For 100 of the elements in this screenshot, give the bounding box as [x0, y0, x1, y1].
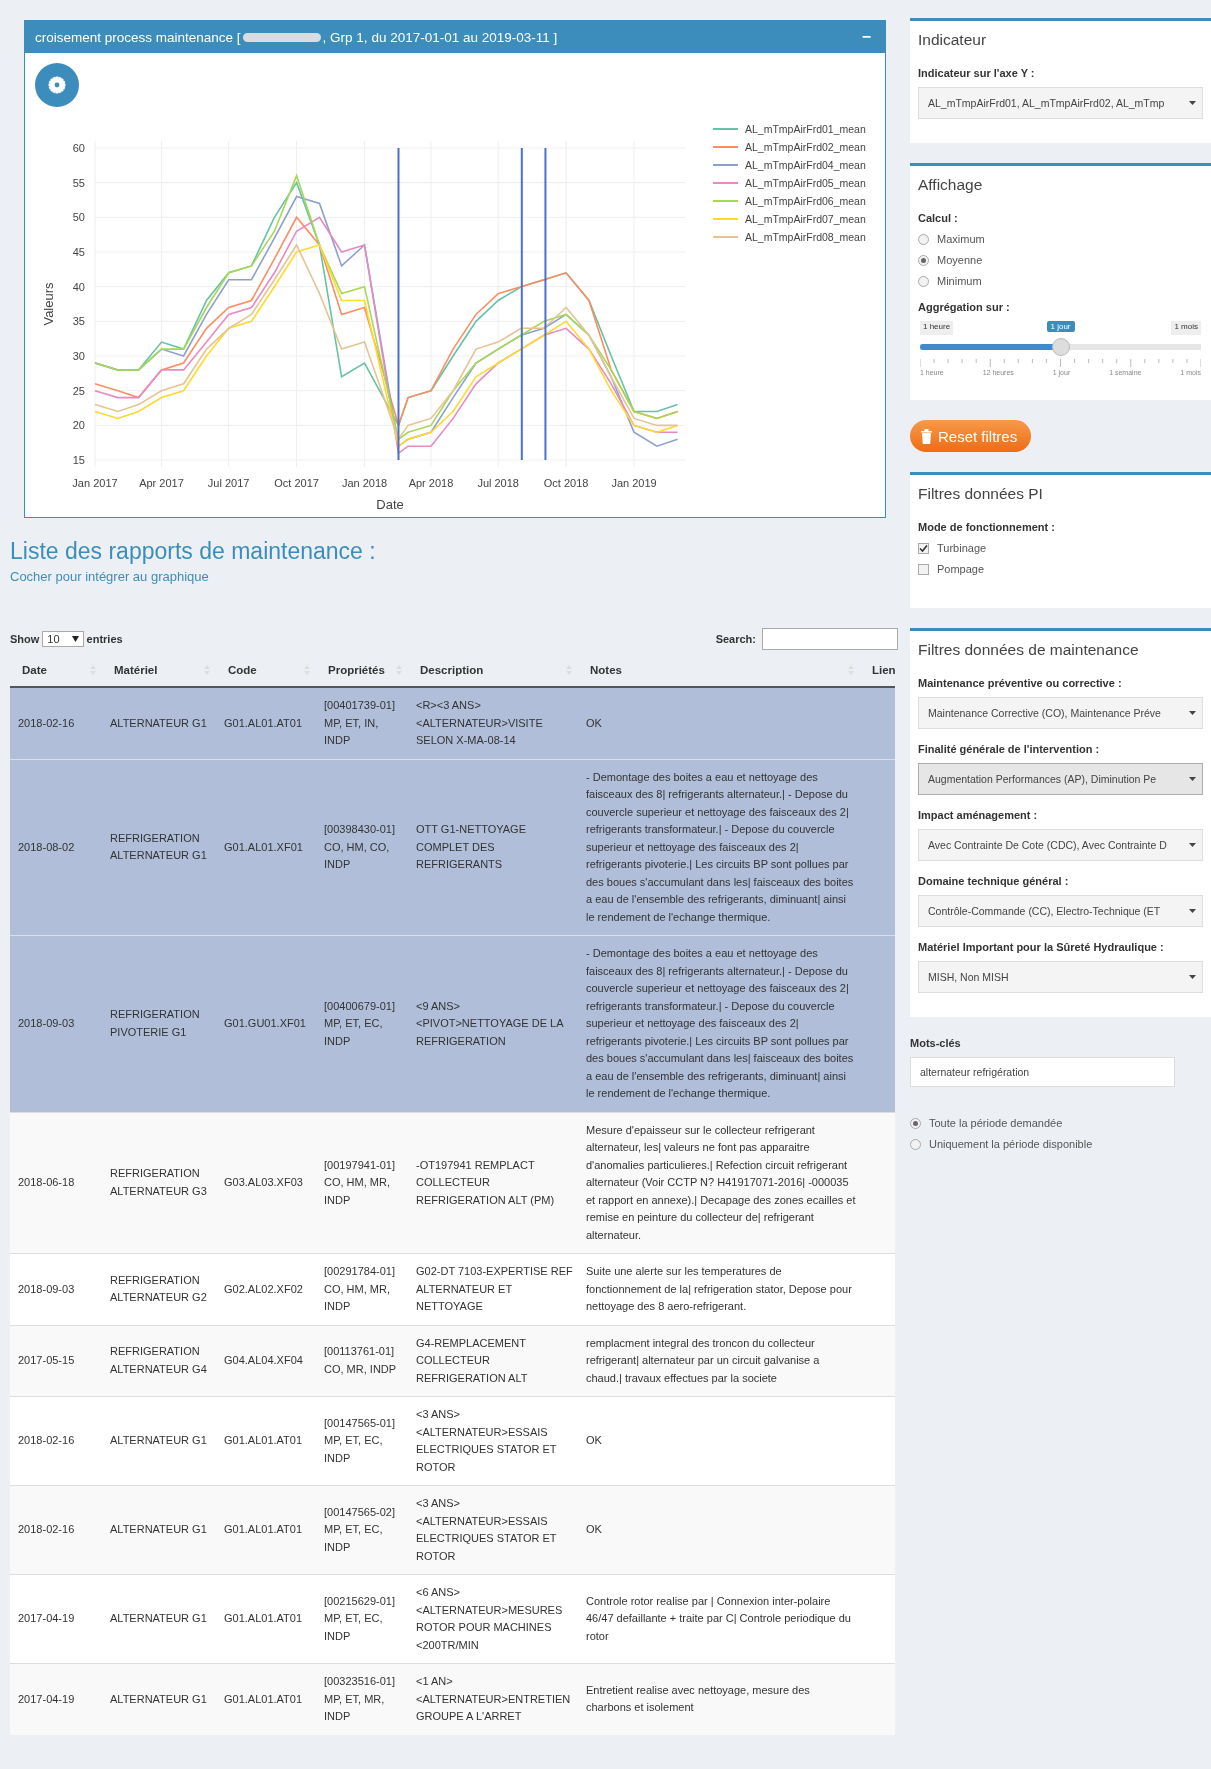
panel-title: croisement process maintenance [	[35, 29, 241, 45]
table-row[interactable]: 2017-04-19 ALTERNATEUR G1 G01.AL01.AT01 [00323516-01] MP, ET, MR, INDP <1 AN> <ALTERNATEUR>ENTRETIEN GROUPE A L'ARRET Entretient realise avec nettoyage, mesure des charbons et isolement	[10, 1663, 895, 1735]
table-cell: Entretient realise avec nettoyage, mesure des charbons et isolement	[578, 1663, 860, 1735]
legend-label: AL_mTmpAirFrd02_mean	[745, 141, 866, 153]
dropdown[interactable]: Avec Contrainte De Cote (CDC), Avec Contrainte D	[918, 829, 1203, 861]
panel-title: Affichage	[918, 176, 984, 194]
table-row[interactable]	[10, 759, 895, 936]
table-row[interactable]: 2018-02-16 ALTERNATEUR G1 G01.AL01.AT01 [00147565-01] MP, ET, EC, INDP <3 ANS> <ALTERNATEUR>ESSAIS ELECTRIQUES STATOR ET ROTOR OK	[10, 1396, 895, 1486]
axis-tick-label: Apr 2017	[139, 477, 184, 489]
axis-tick-label: 55	[72, 176, 85, 189]
panel-title: Filtres données de maintenance	[918, 641, 1140, 659]
option-label: Moyenne	[937, 254, 983, 266]
axis-tick-label: Jul 2018	[477, 477, 519, 489]
axis-tick-label: 15	[72, 454, 85, 467]
caret-icon	[1189, 711, 1196, 715]
table-cell: G4-REMPLACEMENT COLLECTEUR REFRIGERATION ALT	[408, 1325, 578, 1397]
table-cell: 2017-04-19	[10, 1663, 102, 1735]
sort-icon	[848, 665, 854, 675]
caret-icon	[71, 636, 79, 642]
checkbox[interactable]	[918, 542, 929, 554]
table-cell: remplacment integral des troncon du collecteur refrigerant| alternateur par un circuit galvanise a chaud.| travaux effectues par la societe	[578, 1325, 860, 1397]
dropdown[interactable]: AL_mTmpAirFrd01, AL_mTmpAirFrd02, AL_mTmp	[918, 87, 1203, 119]
option-label: Uniquement la période disponible	[929, 1138, 1093, 1150]
radio-button[interactable]	[918, 233, 929, 245]
table-cell: 2018-02-16	[10, 1485, 102, 1575]
table-cell: G02.AL02.XF02	[216, 1253, 316, 1325]
axis-tick-label: 35	[72, 315, 85, 328]
settings-button[interactable]	[35, 63, 79, 107]
axis-title: Date	[376, 497, 404, 511]
option-label: Minimum	[937, 275, 982, 287]
dropdown[interactable]: MISH, Non MISH	[918, 961, 1203, 993]
table-cell: REFRIGERATION ALTERNATEUR G1	[102, 759, 216, 936]
radio-button[interactable]	[918, 275, 929, 287]
option-label: Pompage	[937, 563, 985, 575]
table-cell: <R><3 ANS> <ALTERNATEUR>VISITE SELON X-MA-08-14	[408, 687, 578, 759]
search-label: Search:	[715, 633, 756, 645]
table-row[interactable]: 2018-02-16 ALTERNATEUR G1 G01.AL01.AT01 [00401739-01] MP, ET, IN, INDP <R><3 ANS> <ALTERNATEUR>VISITE SELON X-MA-08-14 OK	[10, 687, 895, 759]
legend-label: AL_mTmpAirFrd01_mean	[745, 123, 866, 135]
field-label: Mode de fonctionnement :	[918, 521, 1056, 533]
legend-label: AL_mTmpAirFrd06_mean	[745, 195, 866, 207]
axis-title: Valeurs	[41, 282, 56, 326]
table-cell: 2018-08-02	[10, 759, 102, 936]
table-cell: [00113761-01] CO, MR, INDP	[316, 1325, 408, 1397]
axis-tick-label: 60	[72, 141, 85, 154]
sort-icon	[204, 665, 210, 675]
table-cell: G01.AL01.AT01	[216, 1485, 316, 1575]
dropdown[interactable]: Contrôle-Commande (CC), Electro-Technique (ET	[918, 895, 1203, 927]
dropdown[interactable]: Augmentation Performances (AP), Diminution Pe	[918, 763, 1203, 795]
section-title: Liste des rapports de maintenance :	[10, 538, 377, 565]
field-label: Maintenance préventive ou corrective :	[918, 677, 1123, 689]
slider-handle[interactable]	[1051, 338, 1070, 356]
caret-icon	[1189, 975, 1196, 979]
table-cell: [00398430-01] CO, HM, CO, INDP	[316, 759, 408, 936]
length-select[interactable]: 10	[42, 631, 84, 647]
radio-button[interactable]	[918, 254, 929, 266]
table-row[interactable]	[10, 935, 895, 1112]
table-cell: G03.AL03.XF03	[216, 1112, 316, 1254]
table-cell: [00323516-01] MP, ET, MR, INDP	[316, 1663, 408, 1735]
table-cell: <9 ANS> <PIVOT>NETTOYAGE DE LA REFRIGERATION	[408, 935, 578, 1112]
option-label: Turbinage	[937, 542, 987, 554]
table-cell: [00147565-02] MP, ET, EC, INDP	[316, 1485, 408, 1575]
radio-button[interactable]	[910, 1117, 921, 1129]
radio-button[interactable]	[910, 1138, 921, 1150]
legend-label: AL_mTmpAirFrd04_mean	[745, 159, 866, 171]
table-cell: Mesure d'epaisseur sur le collecteur refrigerant alternateur, les| valeurs ne font pas apparaitre d'anomalies particulieres.| Refection circuit refrigerant alternateur (Voir CCTP N? H41917071-2016| -000035 et rapport en annexe).| Decapage des zones ecailles et remise en peinture du collecteur de| refrigerant alternateur.	[578, 1112, 860, 1254]
table-cell: REFRIGERATION ALTERNATEUR G2	[102, 1253, 216, 1325]
table-cell: ALTERNATEUR G1	[102, 1663, 216, 1735]
table-cell: [00401739-01] MP, ET, IN, INDP	[316, 687, 408, 759]
table-row[interactable]	[10, 1325, 895, 1397]
table-cell: -OT197941 REMPLACT COLLECTEUR REFRIGERATION ALT (PM)	[408, 1112, 578, 1254]
dropdown[interactable]: Maintenance Corrective (CO), Maintenance Préve	[918, 697, 1203, 729]
axis-tick-label: 30	[72, 350, 85, 362]
table-cell: 2018-02-16	[10, 687, 102, 759]
field-label: Mots-clés	[910, 1037, 962, 1049]
table-cell: <3 ANS> <ALTERNATEUR>ESSAIS ELECTRIQUES STATOR ET ROTOR	[408, 1485, 578, 1575]
axis-tick-label: Jan 2019	[611, 477, 657, 489]
table-cell: <3 ANS> <ALTERNATEUR>ESSAIS ELECTRIQUES STATOR ET ROTOR	[408, 1396, 578, 1486]
table-cell: [00197941-01] CO, HM, MR, INDP	[316, 1112, 408, 1254]
table-cell: 2017-04-19	[10, 1574, 102, 1664]
axis-tick-label: Apr 2018	[408, 477, 454, 489]
table-cell: ALTERNATEUR G1	[102, 1485, 216, 1575]
table-row[interactable]	[10, 1253, 895, 1325]
checkbox[interactable]	[918, 563, 929, 575]
keyword-field[interactable]: alternateur refrigération	[910, 1057, 1175, 1087]
table-cell: 2018-02-16	[10, 1396, 102, 1486]
table-cell: REFRIGERATION ALTERNATEUR G4	[102, 1325, 216, 1397]
table-cell: Suite une alerte sur les temperatures de fonctionnement de la| refrigeration stator, Depose pour nettoyage des 8 aero-refrigerant.	[578, 1253, 860, 1325]
table-cell: [00147565-01] MP, ET, EC, INDP	[316, 1396, 408, 1486]
option-label: Toute la période demandée	[929, 1117, 1063, 1129]
table-row[interactable]: 2018-02-16 ALTERNATEUR G1 G01.AL01.AT01 [00147565-02] MP, ET, EC, INDP <3 ANS> <ALTERNATEUR>ESSAIS ELECTRIQUES STATOR ET ROTOR OK	[10, 1485, 895, 1575]
table-cell: G01.AL01.AT01	[216, 687, 316, 759]
search-field[interactable]	[762, 628, 898, 650]
slider-max-label: 1 mois	[1171, 321, 1201, 335]
show-label: Show	[10, 633, 40, 645]
table-cell: 2017-05-15	[10, 1325, 102, 1397]
table-row[interactable]	[10, 1574, 895, 1664]
table-row[interactable]	[10, 1112, 895, 1254]
table-cell: [00400679-01] MP, ET, EC, INDP	[316, 935, 408, 1112]
caret-icon	[1189, 101, 1196, 105]
collapse-button[interactable]: −	[857, 28, 875, 46]
